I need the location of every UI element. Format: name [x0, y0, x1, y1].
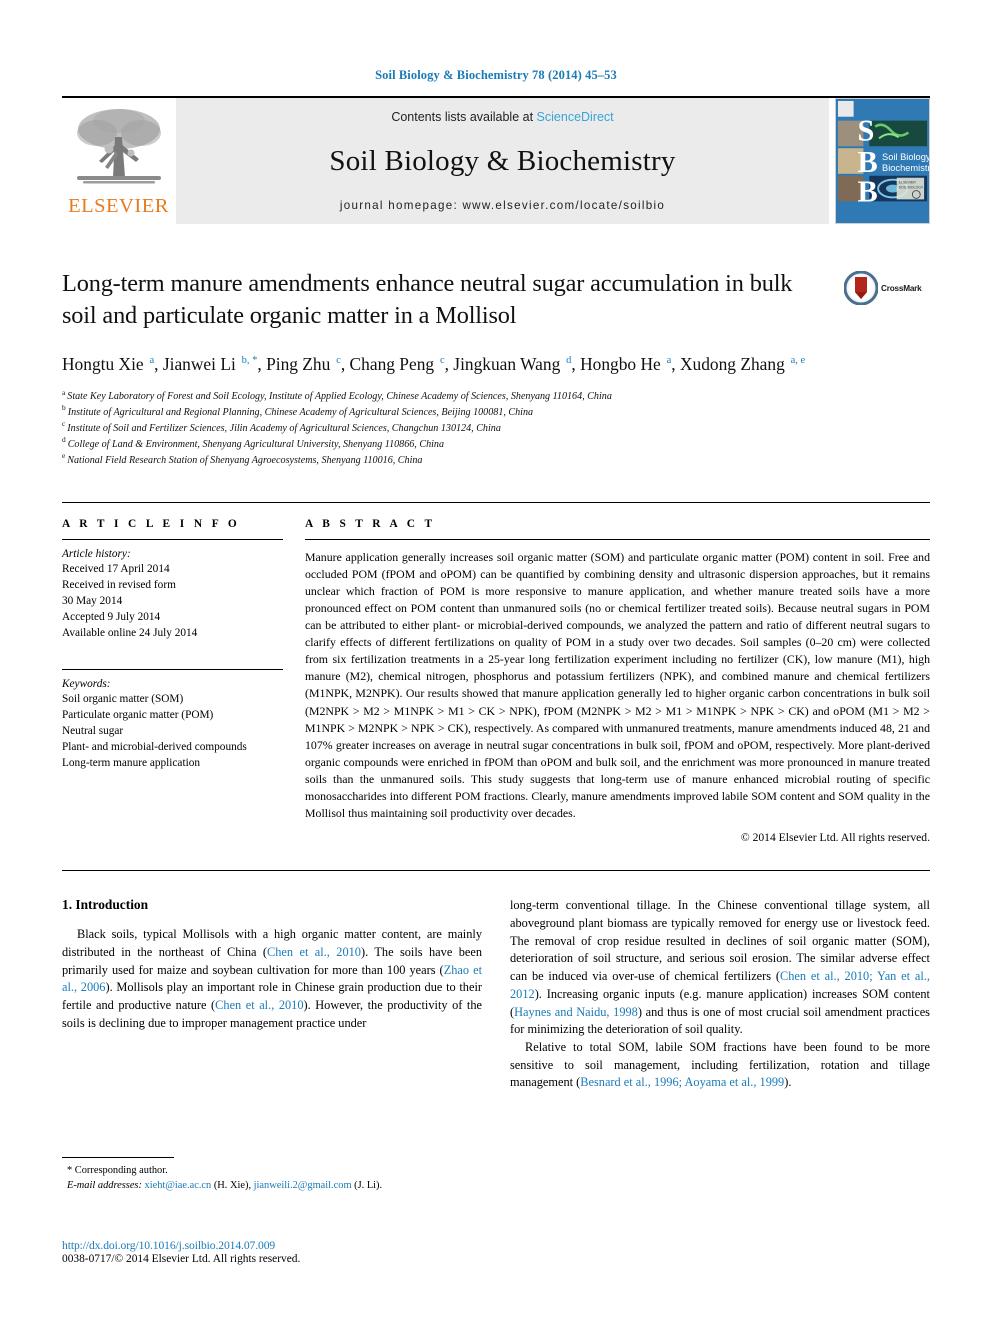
- author-list: Hongtu Xie a, Jianwei Li b, *, Ping Zhu …: [62, 354, 806, 375]
- svg-text:Biochemistry: Biochemistry: [882, 163, 929, 173]
- history-accepted: Accepted 9 July 2014: [62, 610, 161, 623]
- affiliation-text: National Field Research Station of Sheny…: [67, 454, 423, 466]
- history-revised: Received in revised form: [62, 578, 176, 591]
- divider: [62, 870, 930, 872]
- crossmark-label: CrossMark: [881, 283, 922, 293]
- keyword-item: Neutral sugar: [62, 724, 124, 737]
- affiliation-text: State Key Laboratory of Forest and Soil …: [67, 390, 612, 402]
- abstract-heading: A B S T R A C T: [305, 517, 436, 530]
- journal-masthead: ELSEVIER Contents lists available at Sci…: [62, 96, 930, 224]
- intro-paragraph-right-1: long-term conventional tillage. In the C…: [510, 898, 930, 1037]
- keywords-block: Keywords: Soil organic matter (SOM) Part…: [62, 668, 283, 771]
- footnote-block: * Corresponding author. E-mail addresses…: [62, 1157, 466, 1193]
- affiliation-item: e National Field Research Station of Shen…: [62, 452, 930, 469]
- journal-cover-art: S B B Soil Biology & Biochemistry ELSEVI…: [836, 99, 929, 223]
- title-column: Long-term manure amendments enhance neut…: [62, 268, 844, 331]
- journal-homepage-link[interactable]: journal homepage: www.elsevier.com/locat…: [340, 199, 665, 212]
- affiliation-item: b Institute of Agricultural and Regional …: [62, 404, 930, 421]
- elsevier-wordmark: ELSEVIER: [68, 195, 169, 217]
- article-info-column: A R T I C L E I N F O Article history: R…: [62, 518, 305, 845]
- keyword-item: Long-term manure application: [62, 756, 201, 769]
- contents-prefix: Contents lists available at: [391, 110, 534, 124]
- divider: [305, 538, 930, 540]
- keywords-label: Keywords:: [62, 677, 111, 690]
- info-abstract-section: A R T I C L E I N F O Article history: R…: [62, 501, 930, 845]
- article-history-label: Article history:: [62, 547, 131, 560]
- abstract-text: Manure application generally increases s…: [305, 549, 930, 821]
- body-column-right: long-term conventional tillage. In the C…: [510, 897, 930, 1092]
- title-block: Long-term manure amendments enhance neut…: [62, 268, 930, 331]
- body-column-left: 1. Introduction Black soils, typical Mol…: [62, 897, 482, 1092]
- doi-link[interactable]: http://dx.doi.org/10.1016/j.soilbio.2014…: [62, 1239, 562, 1252]
- sciencedirect-link[interactable]: ScienceDirect: [537, 110, 614, 124]
- intro-paragraph-right-2: Relative to total SOM, labile SOM fracti…: [510, 1039, 930, 1090]
- svg-text:SOIL BIOLOGY: SOIL BIOLOGY: [899, 186, 924, 190]
- elsevier-tree-icon: [76, 109, 161, 184]
- corresponding-author-note: * Corresponding author.: [67, 1165, 168, 1176]
- affiliation-list: a State Key Laboratory of Forest and Soil…: [62, 388, 930, 469]
- svg-text:ELSEVIER: ELSEVIER: [899, 181, 917, 185]
- running-head: Soil Biology & Biochemistry 78 (2014) 45…: [375, 68, 617, 82]
- intro-paragraph-left: Black soils, typical Mollisols with a hi…: [62, 927, 483, 1030]
- svg-text:S: S: [858, 113, 875, 147]
- history-received: Received 17 April 2014: [62, 562, 170, 575]
- abstract-column: A B S T R A C T Manure application gener…: [305, 517, 930, 845]
- journal-cover-thumbnail[interactable]: S B B Soil Biology & Biochemistry ELSEVI…: [835, 98, 930, 224]
- affiliation-item: c Institute of Soil and Fertilizer Scienc…: [62, 420, 930, 437]
- body-columns: 1. Introduction Black soils, typical Mol…: [62, 897, 930, 1092]
- history-available-online: Available online 24 July 2014: [62, 626, 198, 639]
- svg-text:Soil Biology &: Soil Biology &: [882, 152, 929, 162]
- page-title: Long-term manure amendments enhance neut…: [62, 270, 793, 329]
- journal-title: Soil Biology & Biochemistry: [329, 145, 676, 177]
- divider: [62, 538, 283, 540]
- affiliation-text: Institute of Agricultural and Regional P…: [67, 406, 534, 418]
- issn-copyright-line: 0038-0717/© 2014 Elsevier Ltd. All right…: [62, 1253, 301, 1265]
- section-title-introduction: 1. Introduction: [62, 897, 149, 913]
- journal-band: Contents lists available at ScienceDirec…: [176, 98, 829, 224]
- keyword-item: Soil organic matter (SOM): [62, 692, 184, 705]
- divider: [62, 668, 283, 670]
- affiliation-text: Institute of Soil and Fertilizer Science…: [67, 422, 501, 434]
- keyword-item: Particulate organic matter (POM): [62, 708, 214, 721]
- journal-article-page: Soil Biology & Biochemistry 78 (2014) 45…: [0, 0, 992, 1323]
- history-revised-date: 30 May 2014: [62, 594, 123, 607]
- affiliation-item: a State Key Laboratory of Forest and Soil…: [62, 388, 930, 405]
- abstract-copyright: © 2014 Elsevier Ltd. All rights reserved…: [740, 831, 930, 845]
- elsevier-logo: ELSEVIER: [62, 98, 175, 224]
- affiliation-text: College of Land & Environment, Shenyang …: [67, 438, 445, 450]
- svg-text:B: B: [858, 174, 878, 208]
- contents-available-line: Contents lists available at ScienceDirec…: [391, 110, 613, 124]
- email-addresses-note[interactable]: E-mail addresses: xieht@iae.ac.cn (H. Xi…: [62, 1178, 466, 1193]
- keyword-item: Plant- and microbial-derived compounds: [62, 740, 247, 753]
- article-info-heading: A R T I C L E I N F O: [62, 517, 241, 530]
- affiliation-item: d College of Land & Environment, Shenyang…: [62, 436, 930, 453]
- crossmark-badge[interactable]: CrossMark: [844, 268, 930, 305]
- crossmark-icon: [844, 271, 878, 305]
- footnote-divider: [62, 1157, 174, 1158]
- footer-block: http://dx.doi.org/10.1016/j.soilbio.2014…: [62, 1239, 562, 1265]
